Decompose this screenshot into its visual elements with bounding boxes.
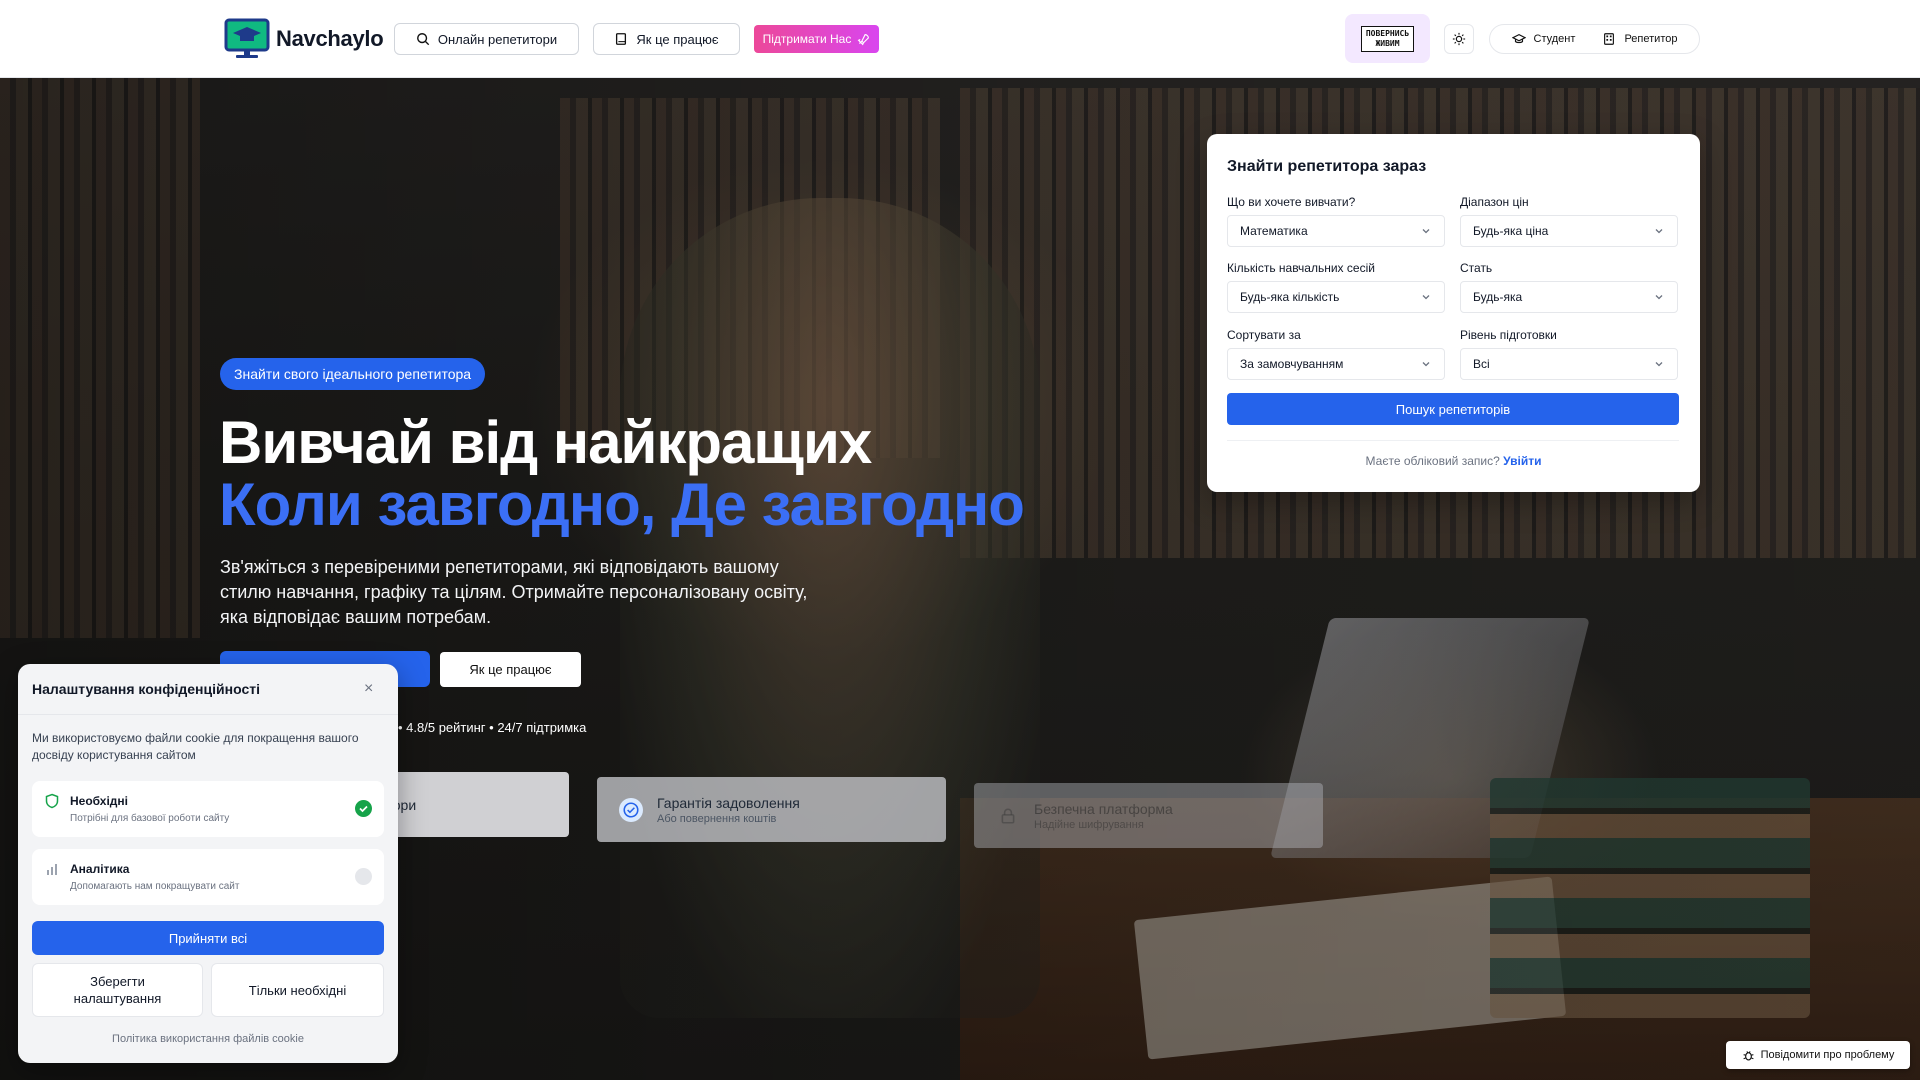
price-range-label: Діапазон цін (1460, 195, 1529, 209)
analytics-subtitle: Допомагають нам покращувати сайт (70, 881, 240, 892)
search-card-title: Знайти репетитора зараз (1227, 158, 1427, 175)
only-necessary-button[interactable]: Тільки необхідні (211, 963, 384, 1017)
brand-name: Navchaylo (276, 26, 384, 51)
report-problem-label: Повідомити про проблему (1760, 1049, 1895, 1061)
bar-chart-icon (47, 864, 57, 875)
cookie-analytics-row: Аналітика Допомагають нам покращувати са… (32, 849, 384, 905)
tutor-label: Репетитор (1624, 33, 1678, 45)
accept-all-button[interactable]: Прийняти всі (32, 921, 384, 955)
feature-guarantee-subtitle: Або повернення коштів (657, 812, 777, 825)
level-select[interactable]: Всі (1460, 348, 1678, 380)
cookie-description: Ми використовуємо файли cookie для покра… (32, 731, 359, 762)
feature-guarantee-title: Гарантія задоволення (657, 794, 800, 811)
price-range-select[interactable]: Будь-яка ціна (1460, 215, 1678, 247)
shield-icon (45, 793, 59, 809)
chevron-down-icon (1422, 229, 1430, 234)
chevron-down-icon (1655, 295, 1663, 300)
necessary-toggle[interactable] (355, 800, 372, 817)
search-icon (416, 33, 430, 46)
hero-title-line-2: Коли завгодно, Де завгодно (219, 471, 1025, 538)
level-label: Рівень підготовки (1460, 328, 1557, 342)
analytics-toggle[interactable] (355, 868, 372, 885)
hero-title-line-1: Вивчай від найкращих (219, 409, 872, 476)
feature-card-guarantee: Гарантія задоволення Або повернення кошт… (597, 777, 946, 842)
subject-select[interactable]: Математика (1227, 215, 1445, 247)
chevron-down-icon (1422, 362, 1430, 367)
tutor-search-card: Знайти репетитора зараз Що ви хочете вив… (1207, 134, 1700, 492)
login-link[interactable]: Увійти (1503, 454, 1541, 468)
account-question: Маєте обліковий запис? (1365, 454, 1500, 468)
hero-stats: • 4.8/5 рейтинг • 24/7 підтримка (398, 720, 587, 735)
report-problem-button[interactable]: Повідомити про проблему (1726, 1041, 1910, 1069)
support-us-label: Підтримати Нас (762, 32, 852, 46)
level-value: Всі (1473, 357, 1490, 371)
book-icon (616, 33, 627, 45)
card-divider (1227, 440, 1679, 441)
how-it-works-nav-button[interactable]: Як це працює (593, 23, 740, 55)
check-icon (359, 805, 368, 813)
return-alive-logo: ПОВЕРНИСЬ ЖИВИМ (1360, 25, 1415, 52)
gender-select[interactable]: Будь-яка (1460, 281, 1678, 313)
sort-label: Сортувати за (1227, 328, 1301, 342)
chevron-down-icon (1422, 295, 1430, 300)
feature-secure-subtitle: Надійне шифрування (1034, 818, 1144, 831)
logo-monitor-icon (224, 18, 270, 58)
price-range-value: Будь-яка ціна (1473, 224, 1549, 238)
site-header: Navchaylo Онлайн репетитори Як це працює… (0, 0, 1920, 78)
rocket-icon (858, 33, 870, 45)
gender-value: Будь-яка (1473, 290, 1523, 304)
cookie-necessary-row: Необхідні Потрібні для базової роботи са… (32, 781, 384, 837)
online-tutors-button[interactable]: Онлайн репетитори (394, 23, 579, 55)
chevron-down-icon (1655, 362, 1663, 367)
lock-icon (996, 804, 1020, 828)
necessary-title: Необхідні (70, 794, 128, 808)
check-circle-icon (619, 797, 643, 822)
badge-line-2: ЖИВИМ (1375, 38, 1400, 48)
login-prompt: Маєте обліковий запис? Увійти (1207, 454, 1700, 468)
sessions-value: Будь-яка кількість (1240, 290, 1340, 304)
save-settings-button[interactable]: Зберегти налаштування (32, 963, 203, 1017)
feature-secure-title: Безпечна платформа (1034, 800, 1173, 817)
cookie-policy-link[interactable]: Політика використання файлів cookie (18, 1033, 398, 1045)
student-label: Студент (1533, 33, 1576, 45)
sort-value: За замовчуванням (1240, 357, 1344, 371)
support-us-button[interactable]: Підтримати Нас (754, 25, 879, 53)
close-icon[interactable]: × (364, 680, 373, 698)
hero-pill-badge: Знайти свого ідеального репетитора (220, 358, 486, 390)
logo[interactable]: Navchaylo (224, 18, 384, 60)
online-tutors-label: Онлайн репетитори (437, 31, 558, 47)
necessary-subtitle: Потрібні для базової роботи сайту (70, 813, 230, 824)
gender-label: Стать (1460, 261, 1493, 275)
sun-icon (1452, 32, 1466, 46)
analytics-title: Аналітика (70, 862, 130, 876)
bug-icon (1743, 1050, 1754, 1061)
cookie-panel-title: Налаштування конфіденційності (32, 681, 260, 697)
search-tutors-button[interactable]: Пошук репетиторів (1227, 393, 1679, 425)
graduation-cap-icon (1511, 33, 1526, 44)
sort-select[interactable]: За замовчуванням (1227, 348, 1445, 380)
sessions-select[interactable]: Будь-яка кількість (1227, 281, 1445, 313)
how-it-works-button[interactable]: Як це працює (440, 652, 581, 687)
theme-toggle-button[interactable] (1444, 24, 1474, 54)
building-icon (1604, 33, 1615, 45)
subject-value: Математика (1240, 224, 1308, 238)
student-role-button[interactable]: Студент (1511, 32, 1576, 46)
cookie-settings-panel: Налаштування конфіденційності × Ми викор… (18, 664, 398, 1063)
hero-lead-text: Зв'яжіться з перевіреними репетиторами, … (220, 557, 808, 627)
subject-label: Що ви хочете вивчати? (1227, 195, 1356, 209)
chevron-down-icon (1655, 229, 1663, 234)
return-alive-badge[interactable]: ПОВЕРНИСЬ ЖИВИМ (1345, 14, 1430, 63)
badge-line-1: ПОВЕРНИСЬ (1365, 28, 1410, 38)
cookie-divider (18, 714, 398, 715)
role-switcher: Студент Репетитор (1489, 24, 1700, 54)
sessions-label: Кількість навчальних сесій (1227, 261, 1375, 275)
tutor-role-button[interactable]: Репетитор (1602, 32, 1677, 46)
how-it-works-nav-label: Як це працює (636, 31, 719, 47)
feature-card-secure: Безпечна платформа Надійне шифрування (974, 783, 1323, 848)
